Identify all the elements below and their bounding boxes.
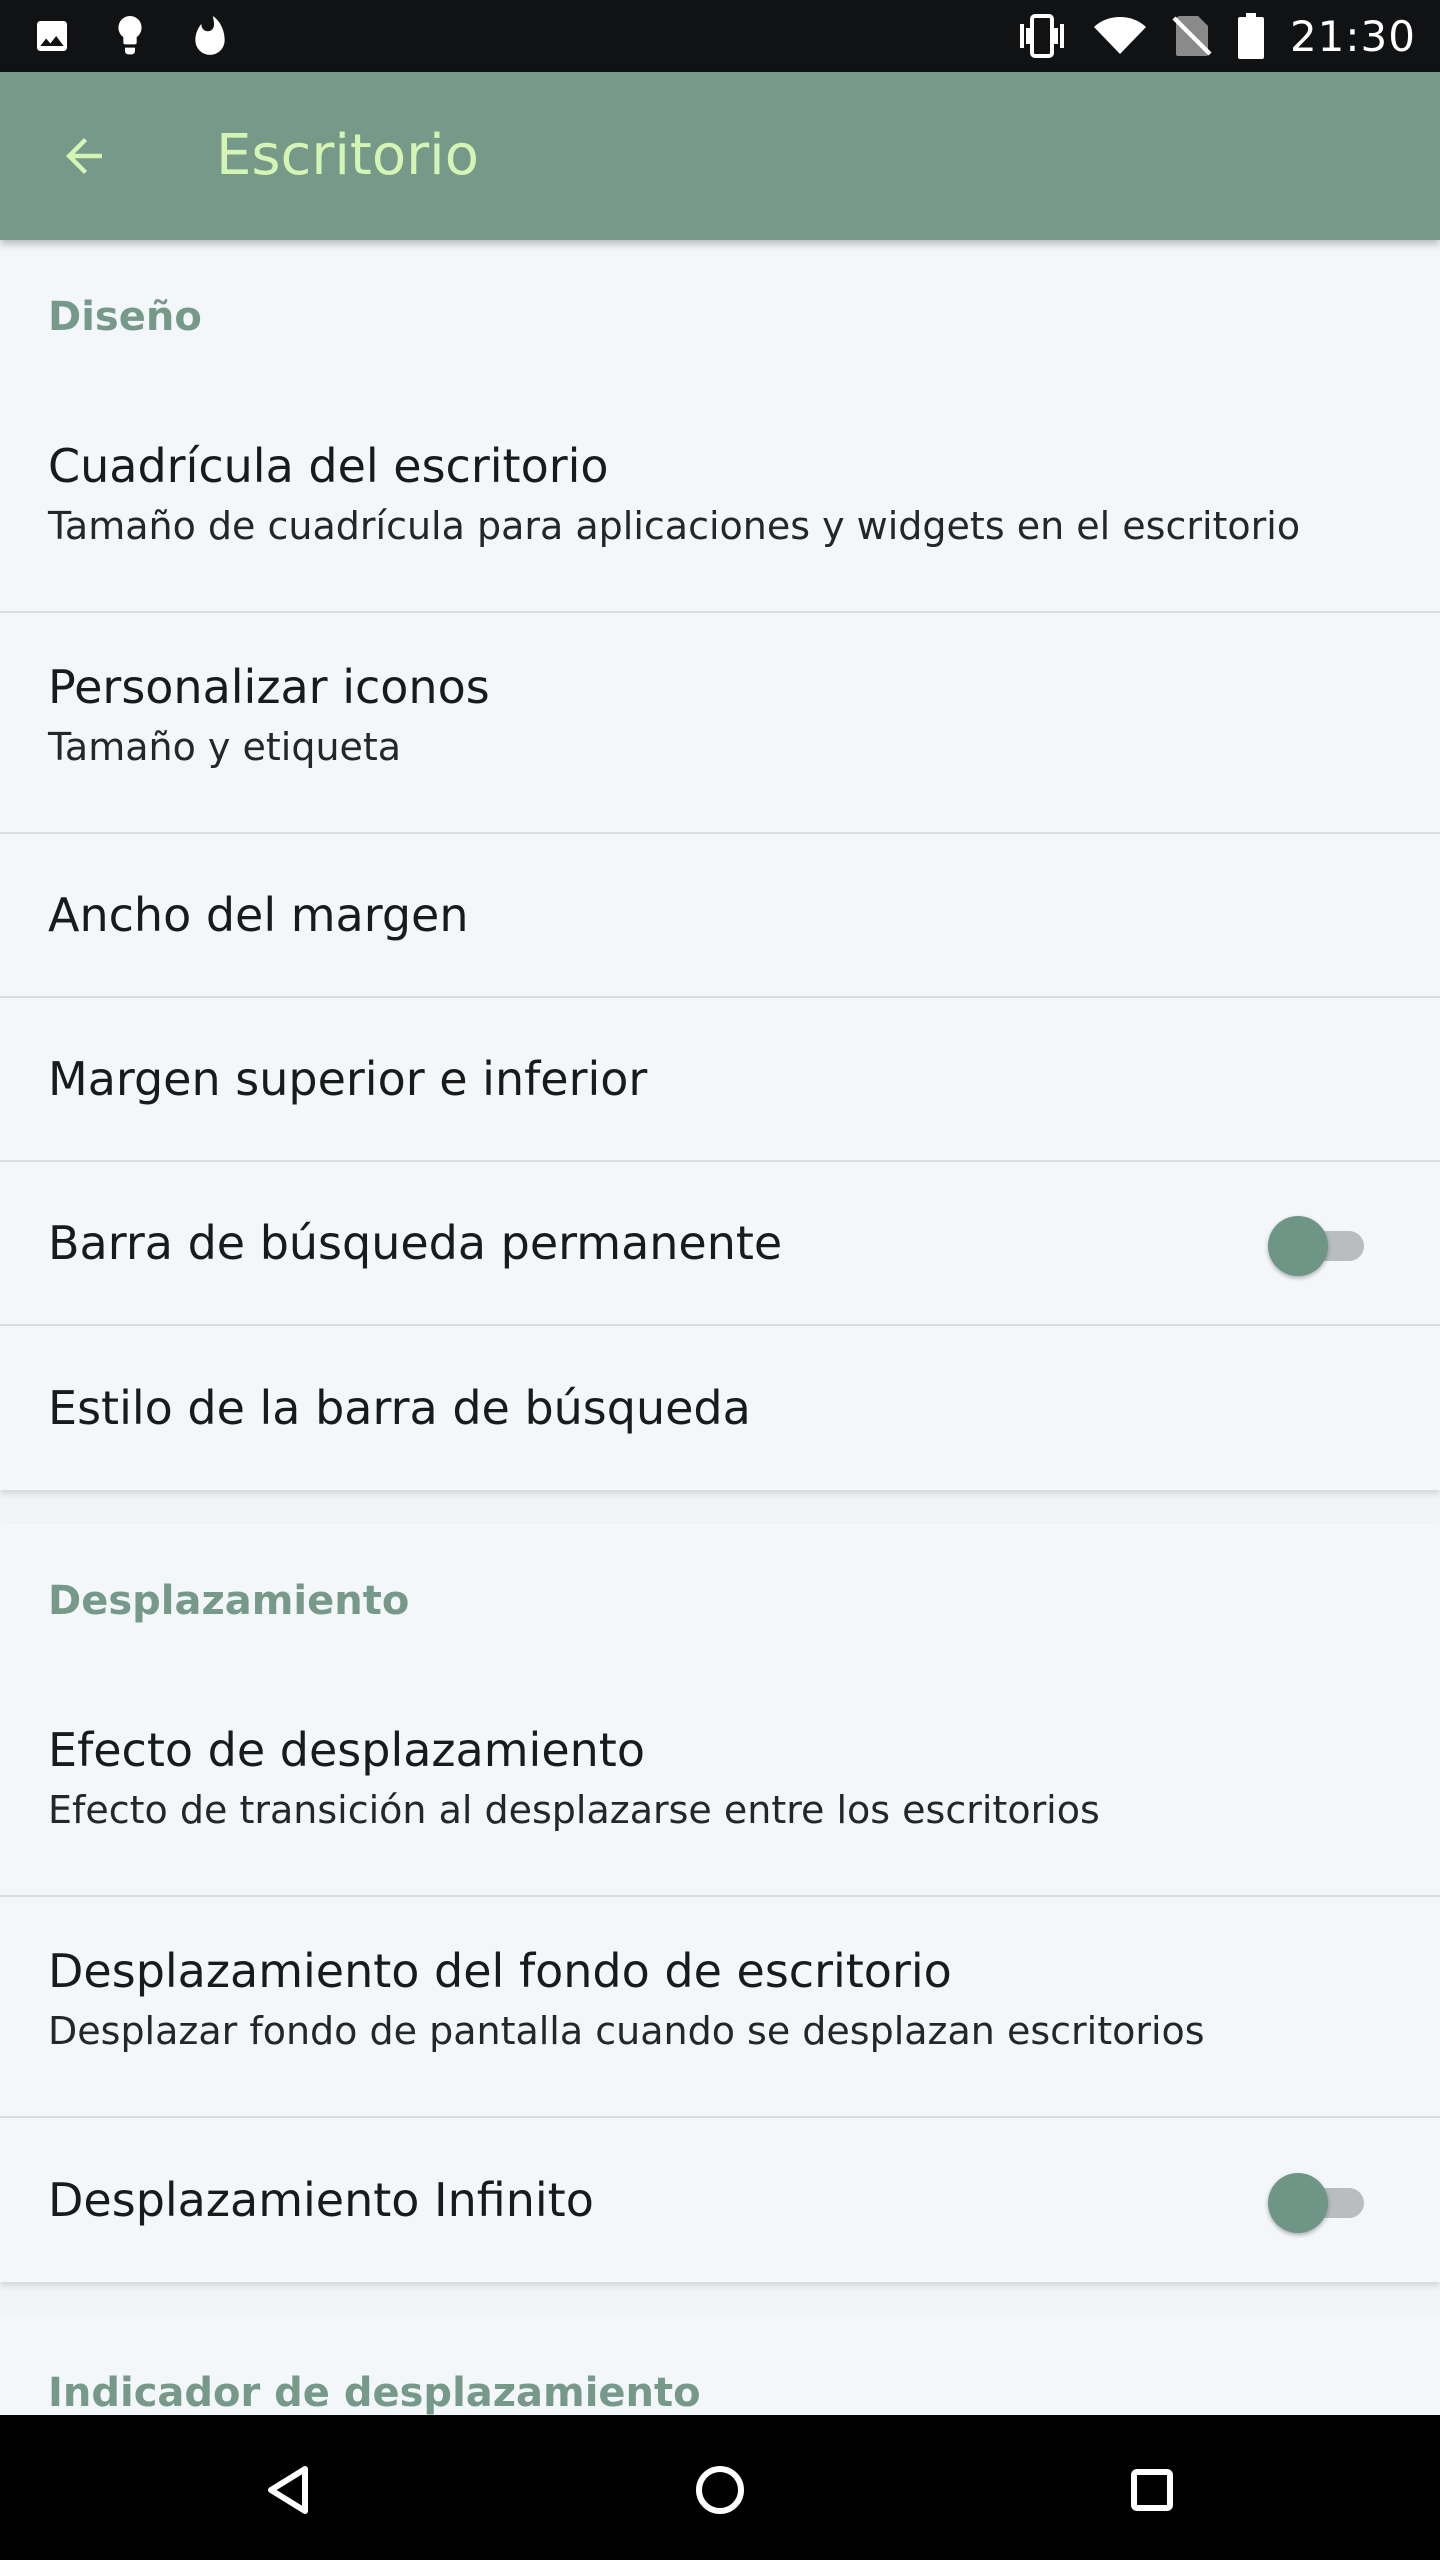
pref-customize-icons[interactable]: Personalizar iconos Tamaño y etiqueta <box>0 613 1440 834</box>
section-scroll-indicator: Indicador de desplazamiento <box>0 2316 1440 2415</box>
pref-scroll-effect[interactable]: Efecto de desplazamiento Efecto de trans… <box>0 1676 1440 1897</box>
wifi-icon <box>1093 16 1146 56</box>
pref-summary: Tamaño y etiqueta <box>48 725 402 769</box>
status-left-icons <box>32 14 232 58</box>
pref-title: Efecto de desplazamiento <box>48 1723 645 1777</box>
pref-title: Ancho del margen <box>48 888 469 942</box>
pref-title: Estilo de la barra de búsqueda <box>48 1381 751 1435</box>
arrow-back-icon <box>66 138 102 174</box>
section-design: Diseño Cuadrícula del escritorio Tamaño … <box>0 240 1440 1490</box>
infinite-scrolling-toggle[interactable] <box>1268 2170 1368 2233</box>
status-bar: 21:30 <box>0 0 1440 72</box>
pref-summary: Desplazar fondo de pantalla cuando se de… <box>48 2009 1205 2053</box>
pref-infinite-scrolling[interactable]: Desplazamiento Infinito <box>0 2118 1440 2282</box>
pref-title: Cuadrícula del escritorio <box>48 439 609 493</box>
nav-back-button[interactable] <box>253 2455 323 2525</box>
pref-title: Desplazamiento del fondo de escritorio <box>48 1944 952 1998</box>
pref-search-bar-style[interactable]: Estilo de la barra de búsqueda <box>0 1326 1440 1490</box>
persistent-search-bar-toggle[interactable] <box>1268 1213 1368 1276</box>
fire-icon <box>188 14 232 58</box>
pref-summary: Efecto de transición al desplazarse entr… <box>48 1788 1100 1832</box>
section-header-scrolling: Desplazamiento <box>48 1578 410 1624</box>
battery-icon <box>1237 13 1264 59</box>
section-header-scroll-indicator: Indicador de desplazamiento <box>48 2370 701 2415</box>
toggle-thumb <box>1268 2173 1328 2233</box>
pref-top-bottom-margin[interactable]: Margen superior e inferior <box>0 998 1440 1162</box>
status-right-icons: 21:30 <box>1016 10 1416 62</box>
nav-home-button[interactable] <box>685 2455 755 2525</box>
pref-desktop-grid[interactable]: Cuadrícula del escritorio Tamaño de cuad… <box>0 392 1440 613</box>
pref-title: Personalizar iconos <box>48 660 490 714</box>
recents-square-icon <box>1131 2469 1173 2511</box>
toggle-thumb <box>1268 1216 1328 1276</box>
vibrate-icon <box>1016 14 1068 58</box>
home-circle-icon <box>696 2466 744 2514</box>
page-title: Escritorio <box>216 123 479 188</box>
pref-margin-width[interactable]: Ancho del margen <box>0 834 1440 998</box>
section-divider <box>0 1490 1440 1524</box>
pref-summary: Tamaño de cuadrícula para aplicaciones y… <box>48 504 1301 548</box>
section-scrolling: Desplazamiento Efecto de desplazamiento … <box>0 1524 1440 2282</box>
back-button[interactable] <box>50 122 118 190</box>
section-header-design: Diseño <box>48 294 202 340</box>
pref-title: Desplazamiento Infinito <box>48 2173 594 2227</box>
settings-list[interactable]: Diseño Cuadrícula del escritorio Tamaño … <box>0 240 1440 2415</box>
image-icon <box>32 16 72 56</box>
pref-title: Barra de búsqueda permanente <box>48 1216 783 1270</box>
navigation-bar <box>0 2415 1440 2560</box>
lightbulb-icon <box>110 14 150 58</box>
pref-persistent-search-bar[interactable]: Barra de búsqueda permanente <box>0 1162 1440 1326</box>
pref-wallpaper-scrolling[interactable]: Desplazamiento del fondo de escritorio D… <box>0 1897 1440 2118</box>
no-sim-icon <box>1172 14 1212 58</box>
status-time: 21:30 <box>1289 11 1416 61</box>
pref-title: Margen superior e inferior <box>48 1052 648 1106</box>
nav-recents-button[interactable] <box>1117 2455 1187 2525</box>
back-triangle-icon <box>268 2466 308 2514</box>
app-bar: Escritorio <box>0 72 1440 240</box>
section-divider <box>0 2282 1440 2316</box>
